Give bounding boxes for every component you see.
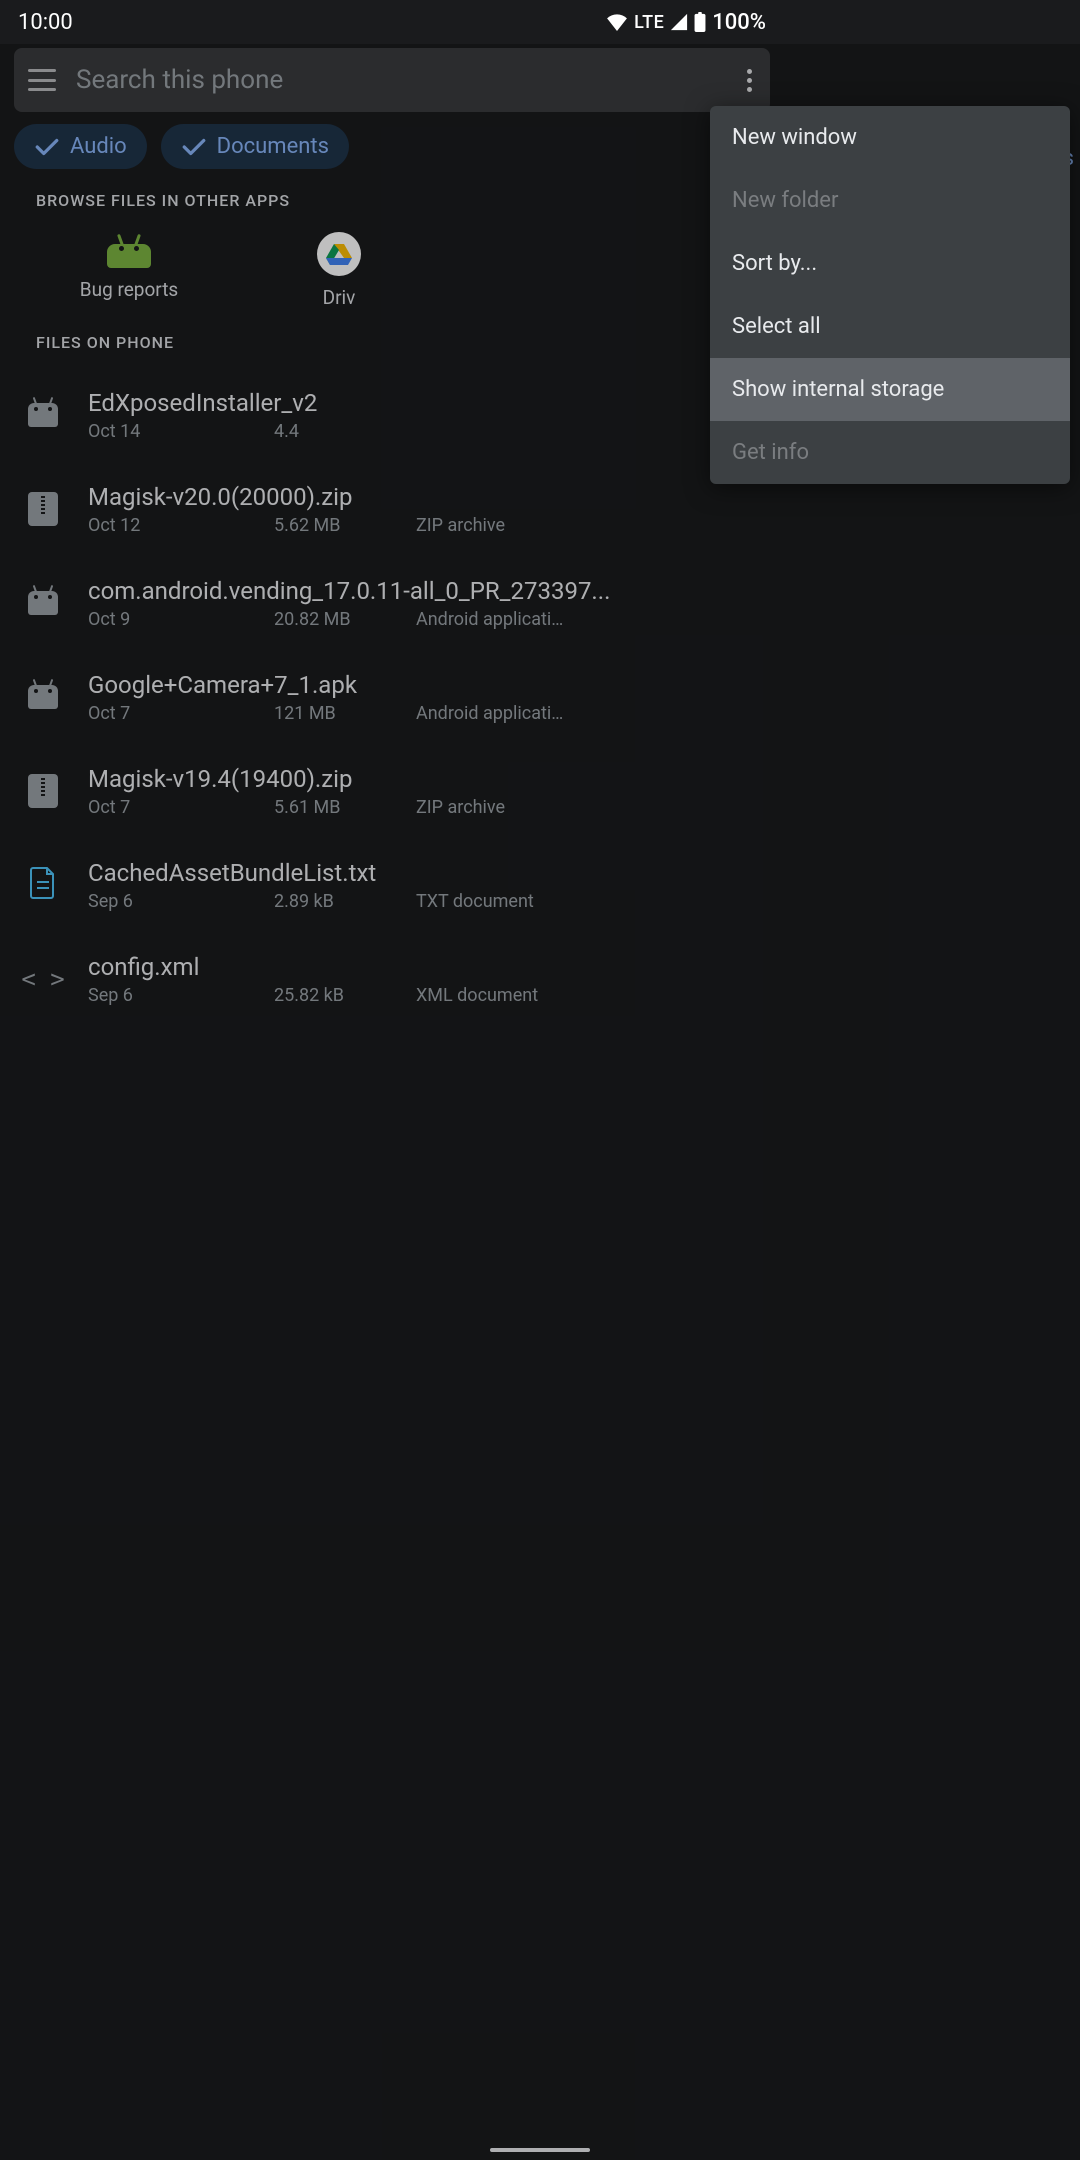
status-right: LTE 100% [606, 10, 766, 35]
lte-label: LTE [634, 12, 664, 33]
signal-icon [670, 13, 688, 31]
battery-pct: 100% [712, 10, 766, 35]
clock: 10:00 [18, 10, 73, 35]
wifi-icon [606, 13, 628, 31]
battery-icon [694, 12, 706, 32]
statusbar: 10:00 LTE 100% [0, 0, 784, 44]
menu-select-all[interactable]: Select all [710, 295, 1070, 358]
menu-sort-by[interactable]: Sort by... [710, 232, 1070, 295]
overflow-menu: New window New folder Sort by... Select … [710, 106, 1070, 484]
menu-show-internal[interactable]: Show internal storage [710, 358, 1070, 421]
menu-new-folder: New folder [710, 169, 1070, 232]
menu-new-window[interactable]: New window [710, 106, 1070, 169]
menu-get-info: Get info [710, 421, 1070, 484]
